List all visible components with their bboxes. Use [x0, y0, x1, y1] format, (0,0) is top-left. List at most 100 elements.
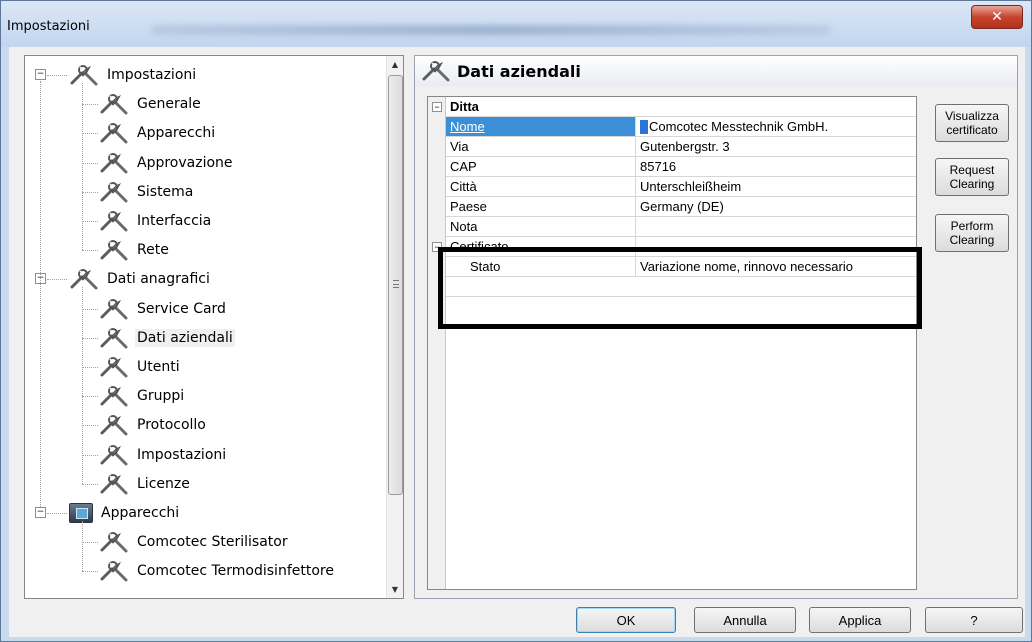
tools-icon — [421, 59, 451, 83]
property-grid: − Ditta Nome Comcotec Messtechnik GmbH. … — [427, 96, 917, 590]
property-row-nota[interactable]: Nota — [446, 217, 916, 237]
property-row-nome[interactable]: Nome Comcotec Messtechnik GmbH. — [446, 117, 916, 137]
tree-connector — [82, 191, 98, 193]
title-bar[interactable]: Impostazioni ✕ — [1, 1, 1031, 47]
tree-connector — [47, 513, 67, 514]
tree-item[interactable]: Comcotec Termodisinfettore — [99, 558, 336, 584]
dialog-client-area: Impostazioni − Generale Apparecchi Approvazi… — [9, 47, 1025, 637]
tree-item[interactable]: Rete — [99, 237, 171, 263]
tree-connector — [82, 425, 98, 427]
tree-connector — [40, 81, 41, 507]
property-name: CAP — [446, 157, 636, 176]
tools-icon — [99, 355, 129, 379]
tools-icon — [99, 209, 129, 233]
tree-item-label: Dati anagrafici — [107, 271, 210, 288]
applica-button[interactable]: Applica — [809, 607, 911, 633]
property-value[interactable] — [636, 217, 916, 236]
help-button[interactable]: ? — [925, 607, 1023, 633]
tree-item-label: Apparecchi — [101, 505, 180, 521]
tree-item[interactable]: Approvazione — [99, 150, 235, 176]
property-row-cap[interactable]: CAP 85716 — [446, 157, 916, 177]
tree-connector — [82, 250, 98, 252]
tools-icon — [99, 180, 129, 204]
window-title: Impostazioni — [7, 19, 90, 34]
category-label: Ditta — [450, 99, 479, 114]
tree-item-label: Service Card — [137, 300, 226, 317]
property-name: Città — [446, 177, 636, 196]
tree-item-label: Comcotec Sterilisator — [137, 534, 288, 551]
property-row-citta[interactable]: Città Unterschleißheim — [446, 177, 916, 197]
tree-expand-icon[interactable]: − — [35, 69, 46, 80]
tools-icon — [99, 472, 129, 496]
close-icon: ✕ — [991, 9, 1003, 25]
tree-item[interactable]: Dati anagrafici — [69, 266, 212, 292]
tree-connector — [47, 279, 67, 281]
request-clearing-button[interactable]: Request Clearing — [935, 158, 1009, 196]
property-value[interactable]: 85716 — [636, 157, 916, 176]
tree-item[interactable]: Utenti — [99, 354, 182, 380]
property-value[interactable]: Germany (DE) — [636, 197, 916, 216]
tools-icon — [99, 384, 129, 408]
annotation-highlight-box — [438, 247, 922, 329]
property-value: Comcotec Messtechnik GmbH. — [649, 119, 829, 134]
close-button[interactable]: ✕ — [971, 5, 1023, 29]
tree-connector — [47, 75, 67, 76]
scroll-grip-icon — [393, 280, 399, 288]
tree-item-label: Gruppi — [137, 388, 185, 405]
tree-item[interactable]: Apparecchi — [99, 120, 217, 146]
tree-connector — [82, 367, 98, 368]
tree-item[interactable]: Sistema — [99, 179, 195, 205]
tree-item[interactable]: Apparecchi — [69, 500, 181, 526]
visualizza-certificato-button[interactable]: Visualizza certificato — [935, 104, 1009, 142]
ok-button[interactable]: OK — [576, 607, 676, 633]
tree-item[interactable]: Service Card — [99, 296, 228, 322]
tree-scrollbar[interactable]: ▲ ▼ — [386, 56, 403, 598]
tree-item[interactable]: Comcotec Sterilisator — [99, 529, 290, 555]
tree-item-label: Protocollo — [137, 417, 206, 434]
tree-item[interactable]: Impostazioni — [99, 442, 228, 468]
tree-connector — [82, 221, 98, 222]
scroll-up-icon[interactable]: ▲ — [387, 56, 403, 73]
annulla-button[interactable]: Annulla — [694, 607, 796, 633]
tools-icon — [99, 151, 129, 175]
tree-item[interactable]: Generale — [99, 91, 203, 117]
property-name: Paese — [446, 197, 636, 216]
panel-header: Dati aziendali — [415, 56, 1017, 86]
tree-item[interactable]: Protocollo — [99, 412, 208, 438]
tree-item[interactable]: Licenze — [99, 471, 192, 497]
tree-item-label: Comcotec Termodisinfettore — [137, 563, 334, 580]
title-bar-blurred-area — [151, 25, 831, 35]
property-value-field[interactable]: Comcotec Messtechnik GmbH. — [636, 117, 916, 136]
property-row-paese[interactable]: Paese Germany (DE) — [446, 197, 916, 217]
tree-item-label: Interfaccia — [137, 213, 212, 229]
tools-icon — [69, 63, 99, 87]
tree-scroll-thumb[interactable] — [388, 75, 403, 495]
property-row-via[interactable]: Via Gutenbergstr. 3 — [446, 137, 916, 157]
collapse-ditta-icon[interactable]: − — [432, 102, 442, 112]
tree-connector — [82, 104, 98, 106]
tree-item-label: Apparecchi — [137, 125, 216, 142]
tree-item[interactable]: Interfaccia — [99, 208, 213, 234]
tree-item-label: Sistema — [137, 183, 194, 200]
property-value[interactable]: Unterschleißheim — [636, 177, 916, 196]
tree-connector — [82, 521, 83, 572]
tree-connector — [82, 396, 98, 398]
settings-tree: Impostazioni − Generale Apparecchi Approvazi… — [24, 55, 404, 599]
tree-connector — [82, 133, 98, 135]
perform-clearing-button[interactable]: Perform Clearing — [935, 214, 1009, 252]
tree-list: Impostazioni − Generale Apparecchi Approvazi… — [25, 56, 387, 598]
tools-icon — [99, 297, 129, 321]
tree-item[interactable]: Dati aziendali — [99, 325, 235, 351]
tools-icon — [99, 326, 129, 350]
grid-margin — [428, 97, 446, 589]
scroll-down-icon[interactable]: ▼ — [387, 581, 403, 598]
tools-icon — [99, 121, 129, 145]
category-ditta[interactable]: Ditta — [446, 97, 916, 117]
property-name: Nota — [446, 217, 636, 236]
tools-icon — [99, 443, 129, 467]
tree-item[interactable]: Impostazioni — [69, 62, 198, 88]
property-value[interactable]: Gutenbergstr. 3 — [636, 137, 916, 156]
tools-icon — [99, 413, 129, 437]
tree-item[interactable]: Gruppi — [99, 383, 186, 409]
tree-expand-icon[interactable]: − — [35, 507, 46, 518]
